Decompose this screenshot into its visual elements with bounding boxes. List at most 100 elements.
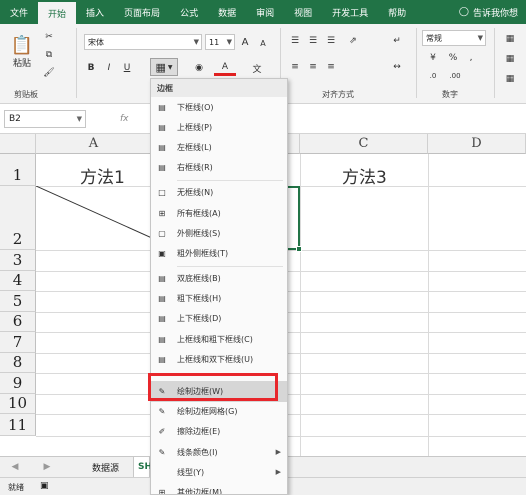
top-border-icon: ▤ [158, 122, 166, 132]
menu-item-left-border[interactable]: ▤ 左框线(L) [151, 137, 287, 157]
menu-separator [177, 265, 283, 267]
italic-button[interactable]: I [102, 60, 116, 76]
tab-file[interactable]: 文件 [0, 0, 38, 24]
cell-a1[interactable]: 方法1 [80, 163, 125, 188]
submenu-arrow-icon: ▶ [275, 448, 281, 457]
tab-formulas[interactable]: 公式 [170, 0, 208, 24]
top-double-bottom-border-icon: ▤ [158, 354, 166, 364]
row-header-5[interactable]: 5 [0, 291, 36, 312]
outside-borders-icon: ▢ [158, 228, 166, 238]
menu-item-bottom-double-border[interactable]: ▤ 双底框线(B) [151, 269, 287, 289]
menu-item-all-borders[interactable]: ⊞ 所有框线(A) [151, 203, 287, 223]
column-header-a[interactable]: A [36, 134, 152, 154]
font-name-select[interactable]: 宋体 ▼ [84, 34, 202, 50]
align-bottom-icon[interactable]: ☰ [324, 34, 338, 48]
grow-font-button[interactable]: A [238, 34, 252, 50]
paste-button[interactable]: 📋 粘贴 [8, 30, 36, 74]
menu-item-top-bottom-border[interactable]: ▤ 上下框线(D) [151, 309, 287, 329]
bold-button[interactable]: B [84, 60, 98, 76]
eraser-icon: ✐ [158, 427, 166, 437]
menu-item-draw-border-grid[interactable]: ✎ 绘制边框网格(G) [151, 402, 287, 422]
menu-item-top-border[interactable]: ▤ 上框线(P) [151, 117, 287, 137]
phonetic-button[interactable]: 文 [246, 60, 268, 76]
tab-view[interactable]: 视图 [284, 0, 322, 24]
increase-decimal-icon[interactable]: .0 [424, 70, 442, 82]
row-header-2[interactable]: 2 [0, 186, 36, 250]
grid-line [428, 154, 429, 456]
tab-review[interactable]: 审阅 [246, 0, 284, 24]
align-middle-icon[interactable]: ☰ [306, 34, 320, 48]
tell-me-search[interactable]: ◯ 告诉我你想 [459, 0, 526, 24]
name-box[interactable]: B2 ▼ [4, 110, 86, 128]
macro-record-icon[interactable]: ▣ [40, 481, 49, 491]
tab-page-layout[interactable]: 页面布局 [114, 0, 170, 24]
row-header-9[interactable]: 9 [0, 373, 36, 394]
column-header-d[interactable]: D [428, 134, 526, 154]
fill-handle[interactable] [296, 246, 302, 252]
merge-center-icon[interactable]: ↔ [390, 60, 404, 74]
menu-item-right-border[interactable]: ▤ 右框线(R) [151, 158, 287, 178]
menu-item-thick-outside-borders[interactable]: ▣ 粗外侧框线(T) [151, 243, 287, 263]
select-all-corner[interactable] [0, 134, 36, 154]
row-header-10[interactable]: 10 [0, 393, 36, 414]
underline-button[interactable]: U [120, 60, 134, 76]
percent-button[interactable]: % [446, 51, 460, 65]
border-icon: ▦ [155, 60, 166, 74]
double-bottom-border-icon: ▤ [158, 274, 166, 284]
number-format-select[interactable]: 常规 ▼ [422, 30, 486, 46]
menu-item-outside-borders[interactable]: ▢ 外侧框线(S) [151, 223, 287, 243]
menu-item-more-borders[interactable]: ⊞ 其他边框(M)... [151, 482, 287, 494]
row-header-8[interactable]: 8 [0, 352, 36, 373]
column-header-c[interactable]: C [300, 134, 428, 154]
menu-item-no-border[interactable]: □ 无框线(N) [151, 183, 287, 203]
align-center-icon[interactable]: ≡ [306, 60, 320, 74]
currency-icon[interactable]: ¥ [424, 51, 442, 65]
row-header-11[interactable]: 11 [0, 414, 36, 436]
conditional-format-icon[interactable]: ▦ [500, 32, 520, 46]
tab-insert[interactable]: 插入 [76, 0, 114, 24]
cut-icon[interactable]: ✂ [42, 30, 56, 44]
table-format-icon[interactable]: ▦ [500, 52, 520, 66]
wrap-text-icon[interactable]: ↵ [390, 34, 404, 48]
row-header-3[interactable]: 3 [0, 250, 36, 271]
row-header-7[interactable]: 7 [0, 332, 36, 353]
align-top-icon[interactable]: ☰ [288, 34, 302, 48]
format-painter-icon[interactable]: 🖌 [42, 66, 56, 80]
comma-style-icon[interactable]: , [464, 51, 478, 65]
menu-item-line-style[interactable]: 线型(Y) ▶ [151, 462, 287, 482]
sheet-tab-second[interactable]: SH [134, 457, 152, 477]
row-header-1[interactable]: 1 [0, 154, 36, 186]
menu-item-line-color[interactable]: ✎ 线条颜色(I) ▶ [151, 442, 287, 462]
row-header-4[interactable]: 4 [0, 270, 36, 291]
alignment-group-label: 对齐方式 [322, 90, 354, 99]
font-color-button[interactable]: A [214, 60, 236, 76]
menu-item-erase-border[interactable]: ✐ 擦除边框(E) [151, 422, 287, 442]
sheet-tab-datasource[interactable]: 数据源 [78, 457, 134, 477]
cell-style-icon[interactable]: ▦ [500, 72, 520, 86]
borders-button[interactable]: ▦ ▼ [150, 58, 178, 76]
cell-c1[interactable]: 方法3 [342, 163, 387, 188]
scroll-right-icon[interactable]: ▶ [40, 460, 54, 474]
clipboard-icon: 📋 [10, 35, 34, 56]
tab-data[interactable]: 数据 [208, 0, 246, 24]
menu-item-thick-bottom-border[interactable]: ▤ 粗下框线(H) [151, 289, 287, 309]
orientation-icon[interactable]: ⇗ [344, 34, 362, 48]
scroll-left-icon[interactable]: ◀ [8, 460, 22, 474]
tab-help[interactable]: 帮助 [378, 0, 416, 24]
font-size-select[interactable]: 11 ▼ [205, 34, 235, 50]
tab-home[interactable]: 开始 [38, 0, 77, 24]
align-right-icon[interactable]: ≡ [324, 60, 338, 74]
menu-item-top-thick-bottom-border[interactable]: ▤ 上框线和粗下框线(C) [151, 329, 287, 349]
all-borders-icon: ⊞ [158, 208, 166, 218]
fx-label[interactable]: fx [120, 114, 129, 124]
menu-item-top-double-bottom-border[interactable]: ▤ 上框线和双下框线(U) [151, 349, 287, 369]
copy-icon[interactable]: ⧉ [42, 48, 56, 62]
menu-item-bottom-border[interactable]: ▤ 下框线(O) [151, 97, 287, 117]
align-left-icon[interactable]: ≡ [288, 60, 302, 74]
shrink-font-button[interactable]: A [256, 36, 270, 50]
tab-developer[interactable]: 开发工具 [322, 0, 378, 24]
fill-color-button[interactable]: ◉ [188, 60, 210, 76]
decrease-decimal-icon[interactable]: .00 [446, 70, 464, 82]
row-header-6[interactable]: 6 [0, 311, 36, 332]
group-divider [416, 28, 417, 98]
